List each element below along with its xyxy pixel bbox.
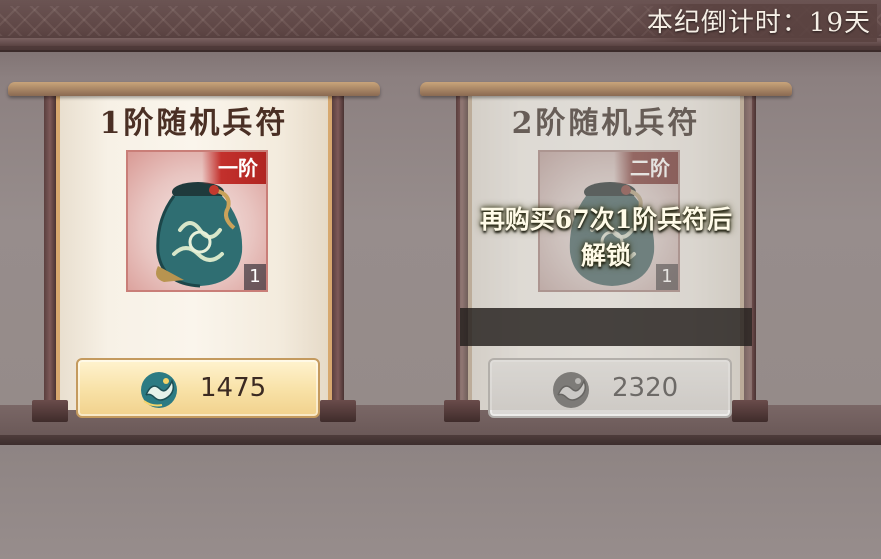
scroll-post-left bbox=[44, 90, 56, 408]
scroll-foot-right bbox=[320, 400, 356, 422]
item-slot[interactable]: 一阶 1 bbox=[126, 150, 268, 292]
item-quantity: 1 bbox=[244, 264, 266, 290]
scroll-foot-left bbox=[32, 400, 68, 422]
scroll-top-bar bbox=[8, 82, 380, 96]
scroll-post-right bbox=[332, 90, 344, 408]
shop-card-tier2[interactable]: 2阶随机兵符 二阶 1 2320 再购买67次1阶兵符后解锁 bbox=[420, 78, 792, 430]
tier-badge: 一阶 bbox=[202, 152, 266, 184]
scroll-foot-right bbox=[732, 400, 768, 422]
shelf-edge bbox=[0, 435, 881, 445]
price-value: 1475 bbox=[200, 373, 267, 403]
lock-strip bbox=[460, 308, 752, 346]
season-countdown: 本纪倒计时：19天 bbox=[628, 4, 877, 42]
buy-button[interactable]: 1475 bbox=[76, 358, 320, 418]
scroll-top-bar bbox=[420, 82, 792, 96]
scroll-foot-left bbox=[444, 400, 480, 422]
jade-pouch-icon bbox=[156, 182, 243, 288]
unlock-condition-text: 再购买67次1阶兵符后解锁 bbox=[479, 205, 733, 270]
shop-card-tier1[interactable]: 1阶随机兵符 一阶 1 1475 bbox=[8, 78, 380, 430]
dragon-coin-icon bbox=[141, 372, 177, 408]
scroll-paper: 1阶随机兵符 一阶 1 1475 bbox=[56, 88, 332, 418]
shelf-front bbox=[0, 445, 881, 559]
card-title: 1阶随机兵符 bbox=[99, 106, 289, 141]
